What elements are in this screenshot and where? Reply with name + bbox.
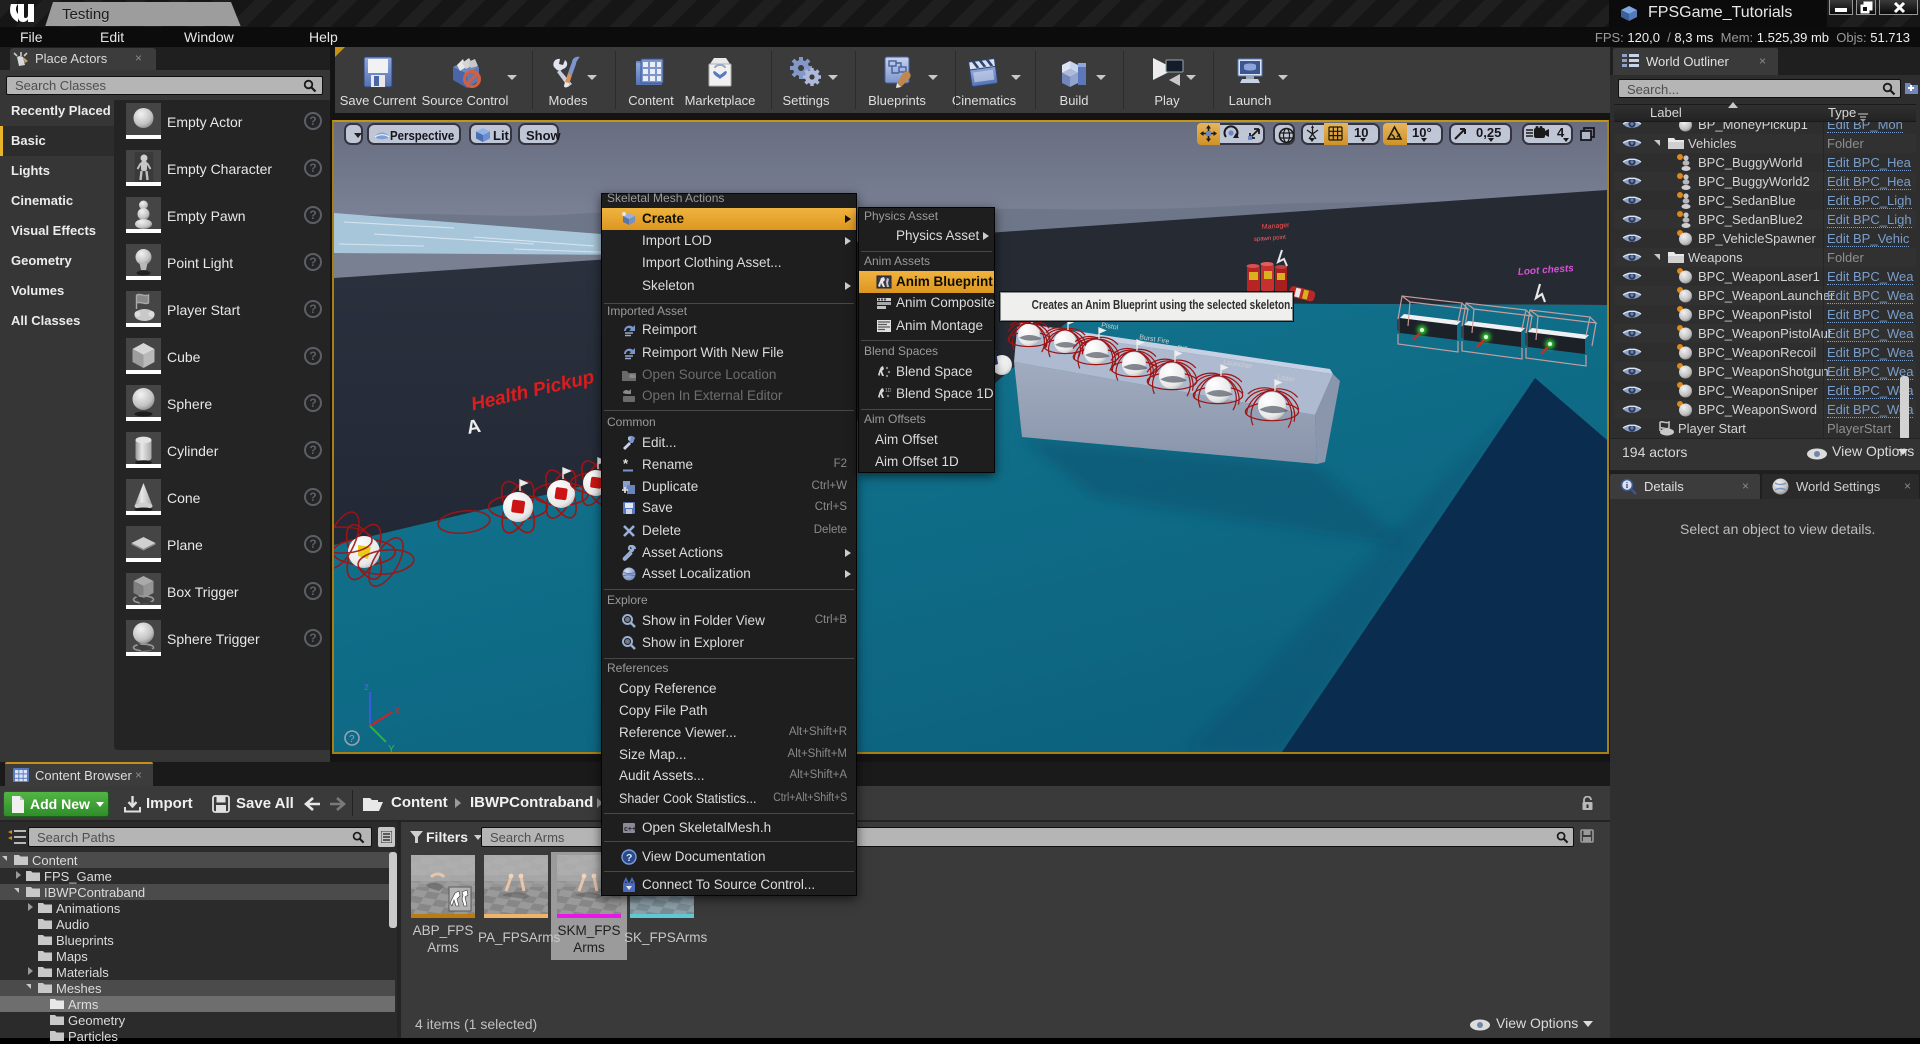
- svg-text:?: ?: [626, 852, 632, 864]
- svg-text:X: X: [394, 706, 401, 717]
- svg-text:z: z: [364, 682, 369, 693]
- svg-text:1D: 1D: [885, 388, 892, 394]
- svg-text:Y: Y: [388, 744, 395, 752]
- svg-text:c++: c++: [624, 826, 636, 833]
- svg-text:?: ?: [349, 734, 355, 745]
